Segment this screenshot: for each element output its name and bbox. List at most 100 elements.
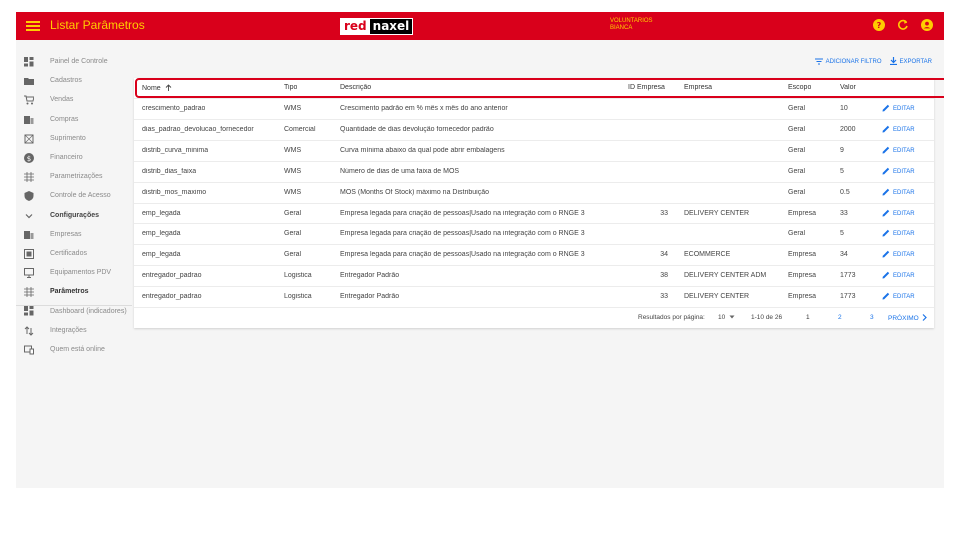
cell-nome: emp_legada <box>142 251 181 259</box>
sidebar-item-vendas[interactable]: Vendas <box>16 90 132 109</box>
sidebar-item-label: Compras <box>50 115 79 123</box>
money-icon: $ <box>24 152 34 163</box>
column-header-id-empresa[interactable]: ID Empresa <box>628 84 665 91</box>
edit-button[interactable]: EDITAR <box>882 250 915 260</box>
cell-nome: distrib_mos_maximo <box>142 188 207 196</box>
sidebar-item-label: Integrações <box>50 326 87 334</box>
edit-button[interactable]: EDITAR <box>882 167 915 177</box>
edit-label: EDITAR <box>893 147 915 154</box>
cell-descricao: Empresa legada para criação de pessoas|U… <box>340 251 585 259</box>
hamburger-menu-icon[interactable] <box>26 19 40 33</box>
table-row: emp_legada Geral Empresa legada para criaç… <box>134 244 934 265</box>
column-header-valor[interactable]: Valor <box>840 84 856 91</box>
cell-escopo: Empresa <box>788 251 817 259</box>
edit-button[interactable]: EDITAR <box>882 292 915 302</box>
add-filter-button[interactable]: ADICIONAR FILTRO <box>814 57 882 67</box>
cell-nome: entregador_padrao <box>142 293 202 301</box>
cell-descricao: MOS (Months Of Stock) máximo na Distribu… <box>340 188 489 196</box>
cell-valor: 33 <box>840 209 848 217</box>
sidebar-item-cadastros[interactable]: Cadastros <box>16 71 132 90</box>
sidebar-item-suprimento[interactable]: Suprimento <box>16 129 132 148</box>
sidebar-item-controle-acesso[interactable]: Controle de Acesso <box>16 186 132 205</box>
edit-label: EDITAR <box>893 294 915 301</box>
sidebar-item-label: Dashboard (indicadores) <box>50 307 127 315</box>
sidebar-item-compras[interactable]: Compras <box>16 110 132 129</box>
caret-down-icon <box>729 314 735 322</box>
chevron-right-icon <box>922 314 927 323</box>
parameters-icon <box>24 287 34 298</box>
next-page-button[interactable]: PRÓXIMO <box>888 314 927 323</box>
cell-escopo: Empresa <box>788 272 817 280</box>
cell-descricao: Curva mínima abaixo da qual pode abrir e… <box>340 146 505 154</box>
cell-tipo: WMS <box>284 105 302 112</box>
sidebar-item-label: Vendas <box>50 96 74 104</box>
column-header-escopo[interactable]: Escopo <box>788 84 811 91</box>
cell-nome: distrib_curva_minima <box>142 146 209 154</box>
sidebar-item-online[interactable]: Quem está online <box>16 340 132 359</box>
cell-id-empresa: 33 <box>660 293 668 301</box>
edit-button[interactable]: EDITAR <box>882 125 915 135</box>
rows-per-page-value: 10 <box>718 314 726 321</box>
pencil-icon <box>882 250 890 260</box>
logo-naxel-text: naxel <box>369 19 413 34</box>
page-button-3[interactable]: 3 <box>870 314 874 321</box>
next-page-label: PRÓXIMO <box>888 315 919 322</box>
sidebar-item-label: Configurações <box>50 211 100 219</box>
sidebar-item-financeiro[interactable]: $ Financeiro <box>16 148 132 167</box>
refresh-icon[interactable] <box>896 18 910 32</box>
export-button[interactable]: EXPORTAR <box>889 57 932 67</box>
user-org: VOLUNTARIOS <box>610 18 653 24</box>
column-header-empresa[interactable]: Empresa <box>684 84 712 91</box>
sidebar-item-label: Painel de Controle <box>50 58 108 66</box>
cell-nome: crescimento_padrao <box>142 105 206 112</box>
cell-escopo: Geral <box>788 167 806 175</box>
devices-icon <box>24 345 34 355</box>
cell-empresa: ECOMMERCE <box>684 251 731 259</box>
sidebar-item-empresas[interactable]: Empresas <box>16 225 132 244</box>
page-button-2[interactable]: 2 <box>838 314 842 321</box>
cell-tipo: Geral <box>284 209 302 217</box>
sidebar-item-certificados[interactable]: Certificados <box>16 244 132 263</box>
cell-descricao: Número de dias de uma faixa de MOS <box>340 167 460 175</box>
cell-descricao: Empresa legada para criação de pessoas|U… <box>340 230 585 238</box>
page-button-1[interactable]: 1 <box>806 314 810 321</box>
export-label: EXPORTAR <box>899 59 932 65</box>
column-header-nome[interactable]: Nome <box>142 84 172 93</box>
cell-empresa: DELIVERY CENTER ADM <box>684 272 767 280</box>
table-row: emp_legada Geral Empresa legada para criaç… <box>134 202 934 224</box>
cell-valor: 5 <box>840 230 844 238</box>
edit-label: EDITAR <box>893 168 915 175</box>
edit-button[interactable]: EDITAR <box>882 209 915 219</box>
sidebar-item-label: Parâmetros <box>50 288 89 296</box>
sidebar-item-configuracoes[interactable]: Configurações <box>16 206 132 225</box>
sidebar-item-parametrizacoes[interactable]: Parametrizações <box>16 167 132 186</box>
rows-per-page-select[interactable]: 10 <box>718 314 735 322</box>
cell-valor: 0.5 <box>840 188 850 196</box>
edit-button[interactable]: EDITAR <box>882 229 915 239</box>
edit-button[interactable]: EDITAR <box>882 146 915 156</box>
cell-valor: 2000 <box>840 125 856 133</box>
cell-id-empresa: 34 <box>660 251 668 259</box>
sidebar-divider <box>16 305 132 306</box>
cell-escopo: Geral <box>788 105 806 112</box>
table-row: distrib_mos_maximo WMS MOS (Months Of Stoc… <box>134 181 934 203</box>
edit-button[interactable]: EDITAR <box>882 188 915 198</box>
pencil-icon <box>882 271 890 281</box>
edit-button[interactable]: EDITAR <box>882 271 915 281</box>
page-title: Listar Parâmetros <box>50 18 145 32</box>
help-icon[interactable]: ? <box>872 18 886 32</box>
sidebar-item-parametros[interactable]: Parâmetros <box>16 282 132 301</box>
edit-label: EDITAR <box>893 273 915 280</box>
sidebar-item-integracoes[interactable]: Integrações <box>16 321 132 340</box>
edit-button[interactable]: EDITAR <box>882 104 915 114</box>
cell-tipo: Logistica <box>284 293 312 301</box>
cart-icon <box>24 95 34 105</box>
rows-per-page-label: Resultados por página: <box>638 314 705 321</box>
cell-tipo: Logistica <box>284 272 312 280</box>
sidebar-item-painel[interactable]: Painel de Controle <box>16 52 132 71</box>
column-header-descricao[interactable]: Descrição <box>340 84 371 91</box>
sidebar-item-equipamentos[interactable]: Equipamentos PDV <box>16 263 132 282</box>
user-account-icon[interactable] <box>920 18 934 32</box>
cell-tipo: WMS <box>284 167 302 175</box>
column-header-tipo[interactable]: Tipo <box>284 84 297 91</box>
